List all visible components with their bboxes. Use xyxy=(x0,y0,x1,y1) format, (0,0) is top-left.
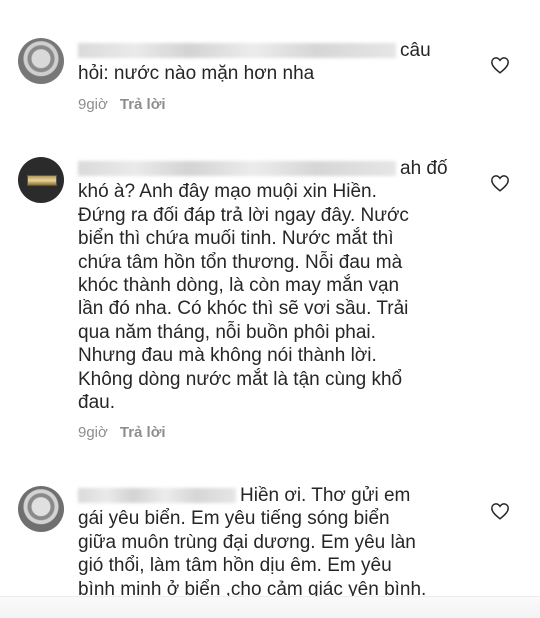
heart-outline-icon[interactable] xyxy=(490,502,510,520)
avatar[interactable] xyxy=(18,157,64,203)
blurred-username[interactable] xyxy=(78,488,236,504)
cropped-edge xyxy=(0,596,540,618)
comment-meta: 9giờ Trả lời xyxy=(78,424,166,441)
comment-meta: 9giờ Trả lời xyxy=(78,96,166,113)
avatar[interactable] xyxy=(18,38,64,84)
heart-outline-icon[interactable] xyxy=(490,174,510,192)
reply-button[interactable]: Trả lời xyxy=(120,424,166,441)
heart-outline-icon[interactable] xyxy=(490,56,510,74)
comment-text: Hiền ơi. Thơ gửi em gái yêu biển. Em yêu… xyxy=(78,485,427,600)
blurred-username[interactable] xyxy=(78,161,396,177)
comment-text: ah đố khó à? Anh đây mạo muội xin Hiền. … xyxy=(78,158,448,414)
avatar[interactable] xyxy=(18,486,64,532)
timestamp: 9giờ xyxy=(78,96,108,113)
avatar-image xyxy=(27,175,57,186)
timestamp: 9giờ xyxy=(78,424,108,441)
reply-button[interactable]: Trả lời xyxy=(120,96,166,113)
comment-text: câu hỏi: nước nào mặn hơn nha xyxy=(78,40,431,85)
blurred-username[interactable] xyxy=(78,43,396,59)
